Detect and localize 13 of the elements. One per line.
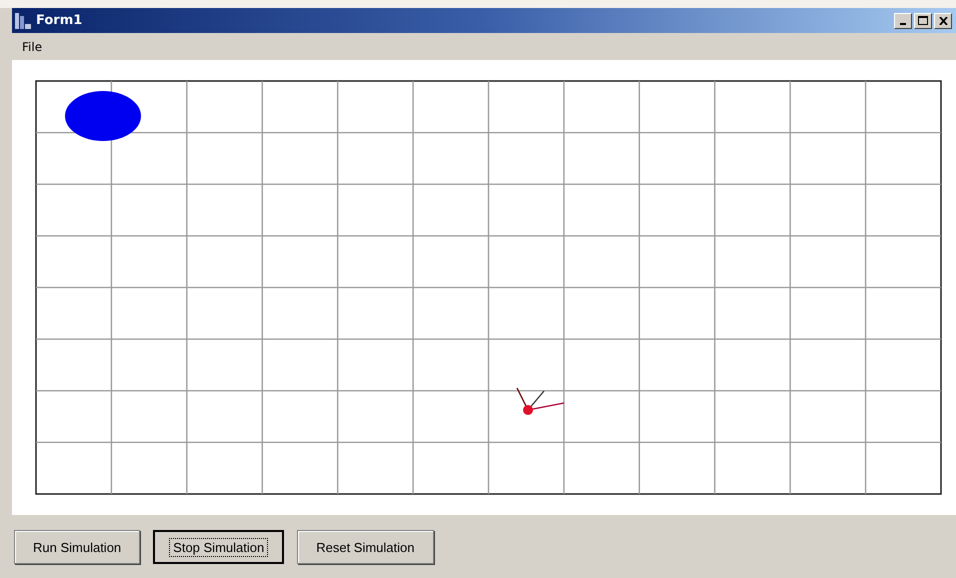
minimize-button[interactable]: [894, 12, 912, 28]
close-button[interactable]: [934, 12, 952, 28]
simulation-button[interactable]: Reset Simulation: [297, 530, 434, 564]
maximize-button[interactable]: [914, 12, 932, 28]
menu-item[interactable]: File: [22, 40, 42, 54]
simulation-button[interactable]: Run Simulation: [14, 530, 140, 564]
app-icon: [14, 12, 32, 30]
window-title: Form1: [36, 13, 82, 28]
agent-drawing: [516, 388, 564, 415]
minimize-icon: [900, 22, 906, 24]
close-icon: [938, 16, 948, 24]
maximize-icon: [918, 16, 928, 25]
simulation-button[interactable]: Stop Simulation: [153, 530, 284, 564]
